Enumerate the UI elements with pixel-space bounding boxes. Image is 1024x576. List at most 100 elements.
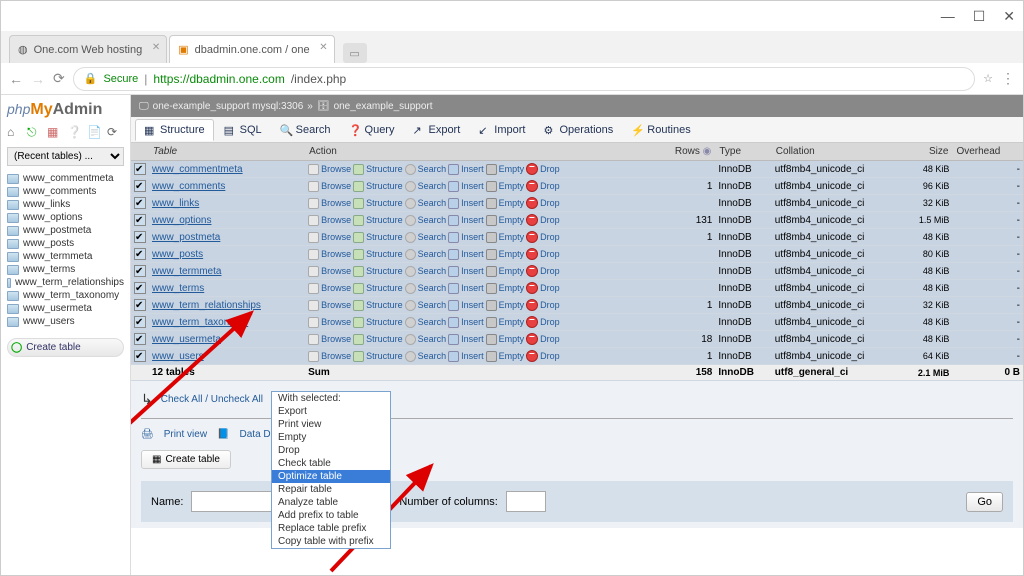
col-rows[interactable]: Rows ◉ bbox=[655, 143, 715, 161]
row-checkbox[interactable]: ✔ bbox=[134, 248, 146, 260]
structure-link[interactable]: Structure bbox=[366, 266, 403, 276]
row-checkbox[interactable]: ✔ bbox=[134, 180, 146, 192]
sidebar-table-item[interactable]: www_posts bbox=[7, 237, 124, 250]
search-link[interactable]: Search bbox=[418, 283, 447, 293]
col-size[interactable]: Size bbox=[902, 143, 953, 161]
menu-icon[interactable]: ⋮ bbox=[1001, 70, 1015, 87]
browse-link[interactable]: Browse bbox=[321, 317, 351, 327]
table-row[interactable]: ✔www_termmetaBrowse Structure Search Ins… bbox=[131, 263, 1023, 280]
insert-link[interactable]: Insert bbox=[461, 164, 484, 174]
table-row[interactable]: ✔www_commentmetaBrowse Structure Search … bbox=[131, 161, 1023, 178]
dropdown-option[interactable]: Empty bbox=[272, 431, 390, 444]
row-checkbox[interactable]: ✔ bbox=[134, 299, 146, 311]
tab-routines[interactable]: ⚡Routines bbox=[623, 120, 698, 140]
browse-link[interactable]: Browse bbox=[321, 215, 351, 225]
table-row[interactable]: ✔www_postmetaBrowse Structure Search Ins… bbox=[131, 229, 1023, 246]
structure-link[interactable]: Structure bbox=[366, 198, 403, 208]
drop-link[interactable]: Drop bbox=[540, 351, 560, 361]
search-link[interactable]: Search bbox=[418, 164, 447, 174]
sidebar-table-item[interactable]: www_termmeta bbox=[7, 250, 124, 263]
drop-link[interactable]: Drop bbox=[540, 181, 560, 191]
table-name-link[interactable]: www_term_taxonomy bbox=[152, 317, 248, 328]
dropdown-option[interactable]: Print view bbox=[272, 418, 390, 431]
back-button[interactable]: ← bbox=[9, 71, 23, 87]
row-checkbox[interactable]: ✔ bbox=[134, 282, 146, 294]
sidebar-table-item[interactable]: www_links bbox=[7, 198, 124, 211]
structure-link[interactable]: Structure bbox=[366, 351, 403, 361]
dropdown-option[interactable]: Add prefix to table bbox=[272, 509, 390, 522]
empty-link[interactable]: Empty bbox=[499, 249, 525, 259]
browse-link[interactable]: Browse bbox=[321, 351, 351, 361]
insert-link[interactable]: Insert bbox=[461, 351, 484, 361]
sidebar-table-item[interactable]: www_terms bbox=[7, 263, 124, 276]
empty-link[interactable]: Empty bbox=[499, 181, 525, 191]
col-table[interactable]: Table bbox=[149, 143, 305, 161]
dropdown-option[interactable]: Drop bbox=[272, 444, 390, 457]
structure-link[interactable]: Structure bbox=[366, 232, 403, 242]
go-button[interactable]: Go bbox=[966, 492, 1003, 512]
new-tab-button[interactable]: ▭ bbox=[343, 43, 367, 63]
browse-link[interactable]: Browse bbox=[321, 164, 351, 174]
structure-link[interactable]: Structure bbox=[366, 164, 403, 174]
home-icon[interactable]: ⌂ bbox=[7, 125, 21, 139]
bookmark-icon[interactable]: ☆ bbox=[983, 72, 993, 85]
sidebar-table-item[interactable]: www_comments bbox=[7, 185, 124, 198]
table-row[interactable]: ✔www_term_taxonomyBrowse Structure Searc… bbox=[131, 314, 1023, 331]
row-checkbox[interactable]: ✔ bbox=[134, 197, 146, 209]
structure-link[interactable]: Structure bbox=[366, 215, 403, 225]
window-close[interactable]: ✕ bbox=[1003, 8, 1015, 25]
insert-link[interactable]: Insert bbox=[461, 317, 484, 327]
table-row[interactable]: ✔www_postsBrowse Structure Search Insert… bbox=[131, 246, 1023, 263]
table-name-link[interactable]: www_term_relationships bbox=[152, 300, 261, 311]
search-link[interactable]: Search bbox=[418, 300, 447, 310]
browse-link[interactable]: Browse bbox=[321, 249, 351, 259]
dropdown-option[interactable]: Analyze table bbox=[272, 496, 390, 509]
drop-link[interactable]: Drop bbox=[540, 283, 560, 293]
breadcrumb-server[interactable]: one-example_support mysql:3306 bbox=[153, 101, 304, 112]
print-view-link[interactable]: Print view bbox=[164, 429, 207, 440]
drop-link[interactable]: Drop bbox=[540, 198, 560, 208]
row-checkbox[interactable]: ✔ bbox=[134, 333, 146, 345]
sidebar-table-item[interactable]: www_postmeta bbox=[7, 224, 124, 237]
row-checkbox[interactable]: ✔ bbox=[134, 214, 146, 226]
structure-link[interactable]: Structure bbox=[366, 300, 403, 310]
empty-link[interactable]: Empty bbox=[499, 164, 525, 174]
browser-tab[interactable]: ◍ One.com Web hosting ✕ bbox=[9, 35, 167, 63]
insert-link[interactable]: Insert bbox=[461, 266, 484, 276]
empty-link[interactable]: Empty bbox=[499, 300, 525, 310]
browse-link[interactable]: Browse bbox=[321, 198, 351, 208]
drop-link[interactable]: Drop bbox=[540, 334, 560, 344]
empty-link[interactable]: Empty bbox=[499, 266, 525, 276]
browser-tab-active[interactable]: ▣ dbadmin.one.com / one ✕ bbox=[169, 35, 334, 63]
forward-button[interactable]: → bbox=[31, 71, 45, 87]
dropdown-option[interactable]: Repair table bbox=[272, 483, 390, 496]
table-name-link[interactable]: www_comments bbox=[152, 181, 225, 192]
tab-sql[interactable]: ▤SQL bbox=[216, 120, 270, 140]
col-collation[interactable]: Collation bbox=[772, 143, 902, 161]
create-table-button-main[interactable]: ▦ Create table bbox=[141, 450, 231, 469]
structure-link[interactable]: Structure bbox=[366, 283, 403, 293]
num-columns-input[interactable] bbox=[506, 491, 546, 512]
sidebar-table-item[interactable]: www_usermeta bbox=[7, 302, 124, 315]
create-table-button[interactable]: ◯ Create table bbox=[7, 338, 124, 357]
col-type[interactable]: Type bbox=[715, 143, 771, 161]
tab-import[interactable]: ↙Import bbox=[470, 120, 533, 140]
insert-link[interactable]: Insert bbox=[461, 334, 484, 344]
drop-link[interactable]: Drop bbox=[540, 266, 560, 276]
dropdown-option[interactable]: With selected: bbox=[272, 392, 390, 405]
drop-link[interactable]: Drop bbox=[540, 249, 560, 259]
search-link[interactable]: Search bbox=[418, 334, 447, 344]
reload-button[interactable]: ⟳ bbox=[53, 70, 65, 87]
structure-link[interactable]: Structure bbox=[366, 249, 403, 259]
sidebar-table-item[interactable]: www_options bbox=[7, 211, 124, 224]
table-name-link[interactable]: www_options bbox=[152, 215, 211, 226]
empty-link[interactable]: Empty bbox=[499, 334, 525, 344]
empty-link[interactable]: Empty bbox=[499, 351, 525, 361]
window-maximize[interactable]: ☐ bbox=[973, 8, 986, 25]
search-link[interactable]: Search bbox=[418, 198, 447, 208]
table-name-link[interactable]: www_links bbox=[152, 198, 199, 209]
insert-link[interactable]: Insert bbox=[461, 215, 484, 225]
browse-link[interactable]: Browse bbox=[321, 232, 351, 242]
insert-link[interactable]: Insert bbox=[461, 232, 484, 242]
drop-link[interactable]: Drop bbox=[540, 317, 560, 327]
